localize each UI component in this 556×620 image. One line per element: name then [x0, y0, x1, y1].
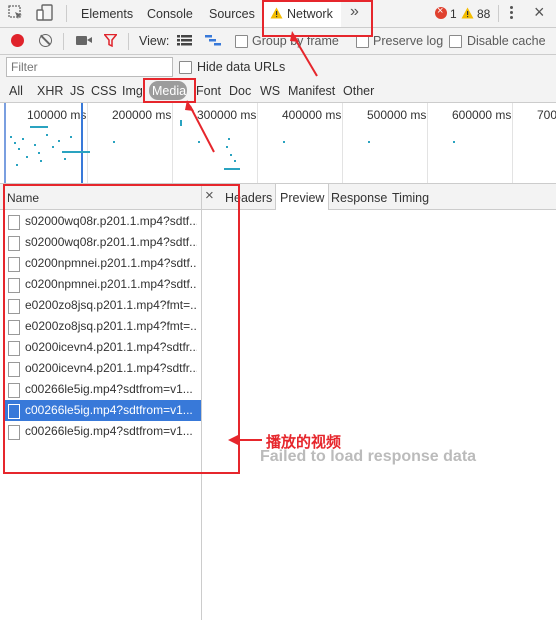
- annotation-arrows: [185, 31, 318, 445]
- annotation-label: 播放的视频: [266, 433, 342, 451]
